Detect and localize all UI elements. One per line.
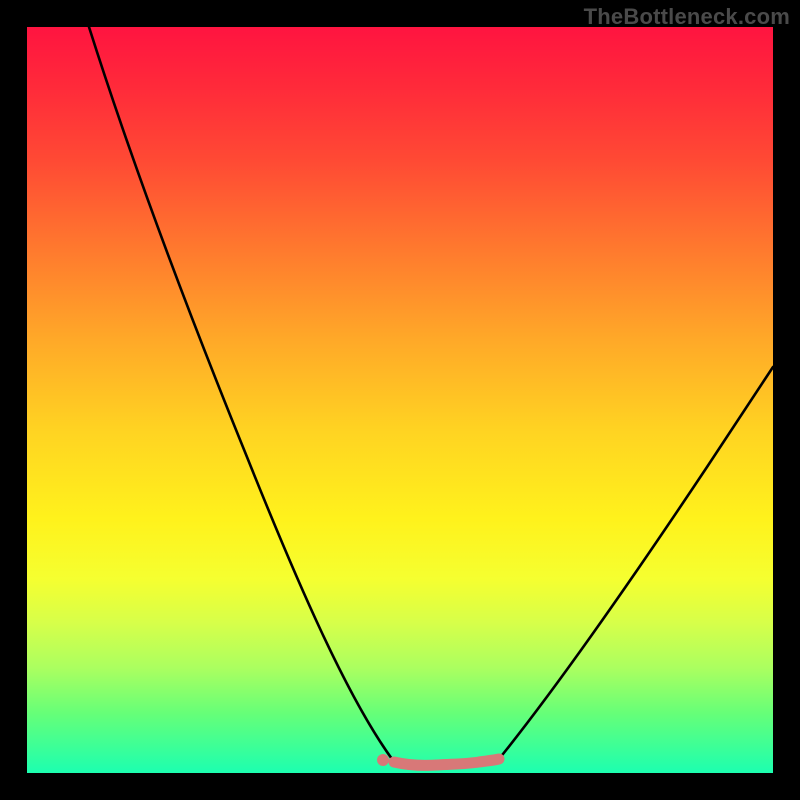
flat-bottom-segment bbox=[394, 759, 499, 765]
curve-layer bbox=[27, 27, 773, 773]
watermark-text: TheBottleneck.com bbox=[584, 4, 790, 30]
chart-frame: TheBottleneck.com bbox=[0, 0, 800, 800]
left-branch bbox=[89, 27, 392, 759]
flat-start-dot bbox=[377, 754, 389, 766]
right-branch bbox=[499, 367, 773, 759]
